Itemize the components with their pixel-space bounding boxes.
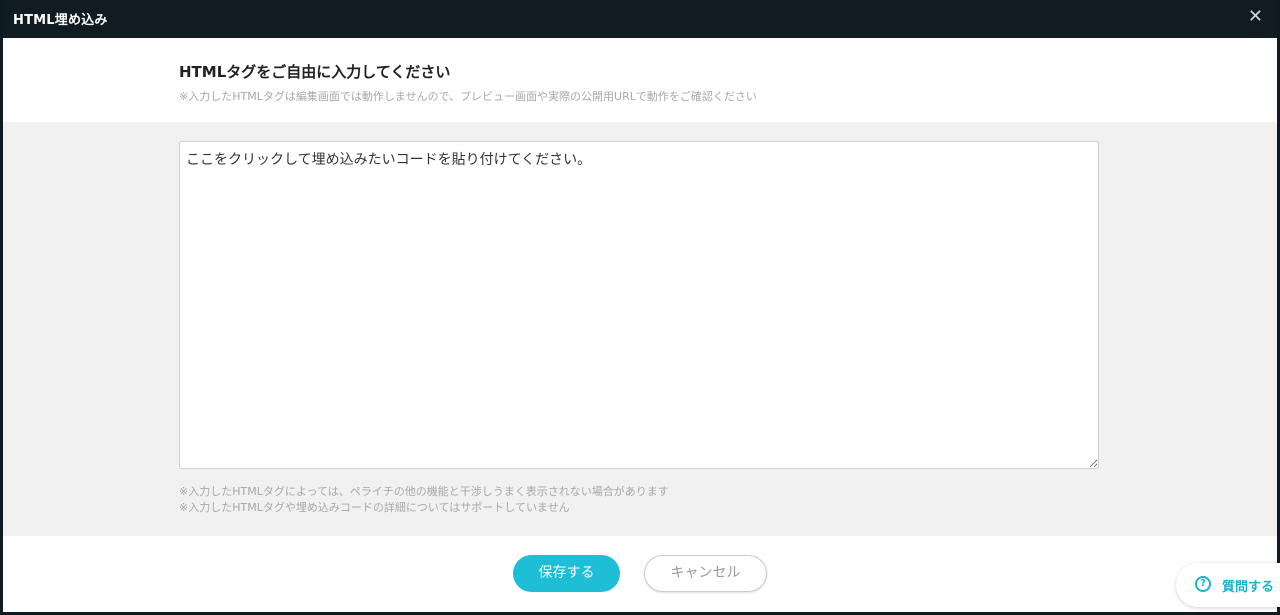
header-subtext: ※入力したHTMLタグは編集画面では動作しませんので、プレビュー画面や実際の公開… xyxy=(179,90,757,103)
dialog-titlebar: HTML埋め込み ✕ xyxy=(3,0,1277,38)
html-embed-dialog: HTML埋め込み ✕ HTMLタグをご自由に入力してください ※入力したHTML… xyxy=(3,0,1277,612)
note-line: ※入力したHTMLタグや埋め込みコードの詳細についてはサポートしていません xyxy=(179,501,570,514)
save-button[interactable]: 保存する xyxy=(513,555,620,592)
dialog-title: HTML埋め込み xyxy=(13,13,108,28)
note-line: ※入力したHTMLタグによっては、ペライチの他の機能と干渉しうまく表示されない場… xyxy=(179,485,669,498)
code-input[interactable] xyxy=(179,141,1099,469)
dialog-footer: 保存する キャンセル xyxy=(3,536,1277,612)
notes: ※入力したHTMLタグによっては、ペライチの他の機能と干渉しうまく表示されない場… xyxy=(179,484,669,516)
help-button[interactable]: ? 質問する xyxy=(1176,563,1280,607)
close-icon[interactable]: ✕ xyxy=(1248,6,1263,27)
help-label: 質問する xyxy=(1222,580,1275,595)
question-icon: ? xyxy=(1195,576,1211,592)
instructions-header: HTMLタグをご自由に入力してください ※入力したHTMLタグは編集画面では動作… xyxy=(3,38,1277,122)
editor-area: ※入力したHTMLタグによっては、ペライチの他の機能と干渉しうまく表示されない場… xyxy=(3,122,1277,536)
cancel-button[interactable]: キャンセル xyxy=(644,555,767,592)
page-heading: HTMLタグをご自由に入力してください xyxy=(179,63,451,81)
